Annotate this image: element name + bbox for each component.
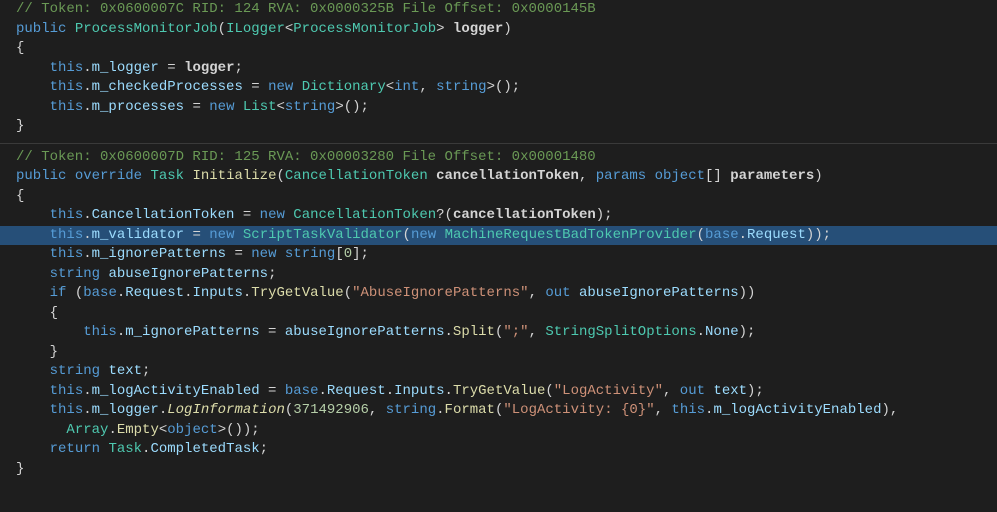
code-line: this.m_processes = new List<string>(); [0,98,997,118]
code-line: // Token: 0x0600007D RID: 125 RVA: 0x000… [0,148,997,168]
code-line: this.m_ignorePatterns = new string[0]; [0,245,997,265]
code-line: return Task.CompletedTask; [0,440,997,460]
brace: } [0,117,997,137]
code-line: this.m_logger = logger; [0,59,997,79]
brace: { [0,39,997,59]
brace: } [0,343,997,363]
code-line: // Token: 0x0600007C RID: 124 RVA: 0x000… [0,0,997,20]
code-line: public ProcessMonitorJob(ILogger<Process… [0,20,997,40]
code-line: Array.Empty<object>()); [0,421,997,441]
comment-token: // Token: 0x0600007D RID: 125 RVA: 0x000… [16,149,596,165]
brace: { [0,304,997,324]
brace: { [0,187,997,207]
brace: } [0,460,997,480]
code-editor[interactable]: // Token: 0x0600007C RID: 124 RVA: 0x000… [0,0,997,479]
code-line: string abuseIgnorePatterns; [0,265,997,285]
code-line: if (base.Request.Inputs.TryGetValue("Abu… [0,284,997,304]
comment-token: // Token: 0x0600007C RID: 124 RVA: 0x000… [16,1,596,17]
code-line-highlighted: this.m_validator = new ScriptTaskValidat… [0,226,997,246]
code-line: this.m_logger.LogInformation(371492906, … [0,401,997,421]
code-line: string text; [0,362,997,382]
code-line: this.m_ignorePatterns = abuseIgnorePatte… [0,323,997,343]
code-line: this.m_checkedProcesses = new Dictionary… [0,78,997,98]
code-line: this.CancellationToken = new Cancellatio… [0,206,997,226]
section-divider [0,143,997,144]
code-line: public override Task Initialize(Cancella… [0,167,997,187]
code-line: this.m_logActivityEnabled = base.Request… [0,382,997,402]
